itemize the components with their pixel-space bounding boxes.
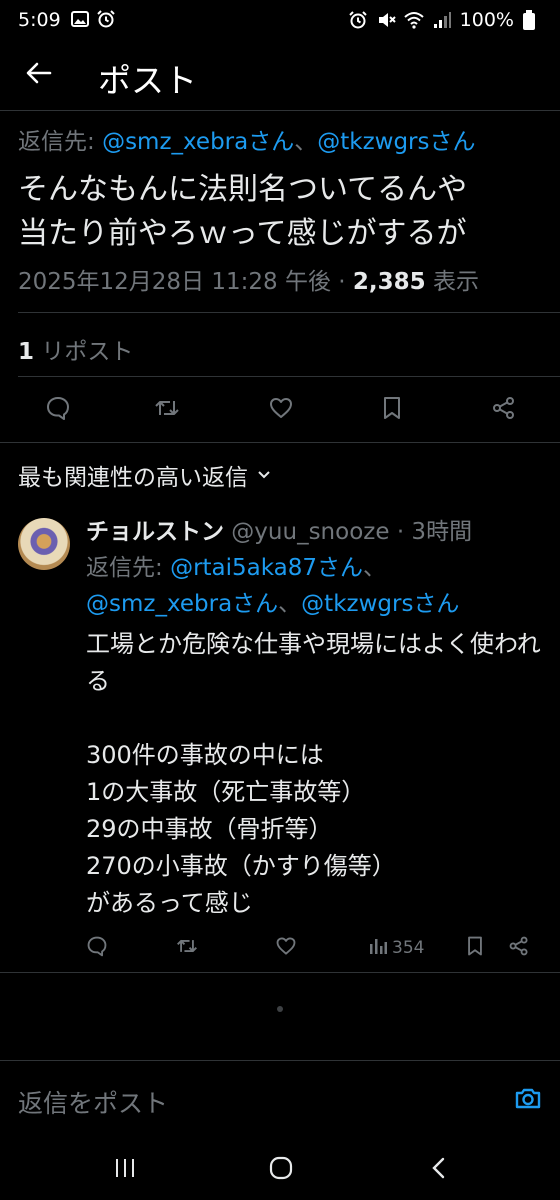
chevron-down-icon [256, 462, 272, 488]
camera-button[interactable] [508, 1080, 548, 1120]
status-right: 100% [348, 9, 542, 31]
bookmark-icon [464, 935, 486, 962]
reply-author-name[interactable]: チョルストン [86, 519, 224, 545]
status-bar: 5:09 100% [0, 0, 560, 40]
header-divider [0, 110, 560, 111]
mute-icon [376, 10, 396, 30]
comment-icon [86, 935, 108, 962]
wifi-icon [404, 10, 424, 30]
bookmark-button[interactable] [370, 388, 414, 432]
reply-action-bar: 354 [86, 930, 546, 966]
tweet-text: そんなもんに法則名ついてるんや 当たり前やろｗって感じがするが [18, 168, 548, 256]
views-count: 354 [392, 938, 425, 958]
reply-button[interactable] [86, 930, 108, 966]
system-nav-bar [0, 1140, 560, 1200]
analytics-icon [368, 936, 388, 961]
reply-to-line: 返信先: @rtai5aka87さん、 @smz_xebraさん、@tkzwgrs… [86, 550, 556, 622]
views-count: 2,385 [352, 269, 426, 295]
repost-stats[interactable]: 1 リポスト [18, 332, 133, 366]
reply-button[interactable] [36, 388, 80, 432]
divider [18, 376, 560, 377]
divider [0, 442, 560, 443]
tweet-meta: 2025年12月28日 11:28 午後 · 2,385 表示 [18, 262, 479, 296]
reply-author-handle[interactable]: @yuu_snooze · 3時間 [224, 519, 472, 545]
status-time: 5:09 [18, 9, 61, 31]
comment-icon [45, 395, 71, 425]
share-icon [508, 935, 530, 962]
heart-icon [275, 935, 297, 962]
reply-compose-input[interactable]: 返信をポスト [18, 1084, 168, 1120]
mention-link[interactable]: @smz_xebraさん [102, 129, 294, 155]
status-left-icons [70, 9, 116, 29]
share-icon [491, 395, 517, 425]
gallery-icon [70, 9, 90, 29]
mention-separator: 、 [278, 591, 302, 617]
views-button[interactable]: 354 [368, 930, 424, 966]
mention-link[interactable]: @tkzwgrsさん [317, 129, 475, 155]
share-button[interactable] [508, 930, 530, 966]
back-button[interactable] [18, 54, 60, 96]
page-title: ポスト [98, 61, 197, 100]
repost-count: 1 [18, 339, 35, 365]
heart-icon [268, 395, 294, 425]
divider [18, 312, 560, 313]
repost-icon [154, 395, 180, 425]
like-button[interactable] [259, 388, 303, 432]
repost-label: リポスト [34, 339, 134, 365]
reply-to-label: 返信先: [86, 555, 171, 581]
reply-to-line: 返信先: @smz_xebraさん、@tkzwgrsさん [18, 122, 476, 156]
reply-text: 工場とか危険な仕事や現場にはよく使われる 300件の事故の中には 1の大事故（死… [86, 630, 541, 917]
meta-separator: · [330, 269, 353, 295]
tweet-action-bar [0, 388, 560, 432]
reply-to-label: 返信先: [18, 129, 103, 155]
loading-dot [277, 1006, 283, 1012]
mention-separator: 、 [363, 555, 387, 581]
chevron-left-icon [429, 1156, 449, 1184]
views-label: 表示 [425, 269, 479, 295]
camera-icon [514, 1084, 542, 1116]
divider [0, 972, 560, 973]
reply-header: チョルストン @yuu_snooze · 3時間 [86, 512, 472, 546]
reply-sort-label: 最も関連性の高い返信 [18, 465, 248, 491]
like-button[interactable] [275, 930, 297, 966]
system-back-button[interactable] [414, 1150, 464, 1190]
tweet-timestamp[interactable]: 2025年12月28日 11:28 午後 [18, 269, 331, 295]
battery-level: 100% [459, 9, 514, 31]
avatar[interactable] [18, 518, 70, 570]
arrow-left-icon [25, 59, 53, 91]
signal-icon [432, 10, 452, 30]
mention-link[interactable]: @rtai5aka87さん [170, 555, 363, 581]
recent-apps-icon [113, 1157, 137, 1183]
alarm-icon [96, 9, 116, 29]
mention-link[interactable]: @tkzwgrsさん [301, 591, 459, 617]
recent-apps-button[interactable] [100, 1150, 150, 1190]
repost-icon [176, 935, 198, 962]
share-button[interactable] [482, 388, 526, 432]
bookmark-button[interactable] [464, 930, 486, 966]
tweet-text-line: そんなもんに法則名ついてるんや [18, 172, 468, 207]
bookmark-icon [379, 395, 405, 425]
alarm-icon [348, 10, 368, 30]
battery-icon [522, 10, 542, 30]
reply-sort-dropdown[interactable]: 最も関連性の高い返信 [18, 458, 272, 492]
mention-separator: 、 [294, 129, 318, 155]
repost-button[interactable] [176, 930, 198, 966]
repost-button[interactable] [145, 388, 189, 432]
tweet-text-line: 当たり前やろｗって感じがするが [18, 216, 467, 251]
mention-link[interactable]: @smz_xebraさん [86, 591, 278, 617]
home-button[interactable] [256, 1150, 306, 1190]
divider [0, 1060, 560, 1061]
home-icon [268, 1155, 294, 1185]
